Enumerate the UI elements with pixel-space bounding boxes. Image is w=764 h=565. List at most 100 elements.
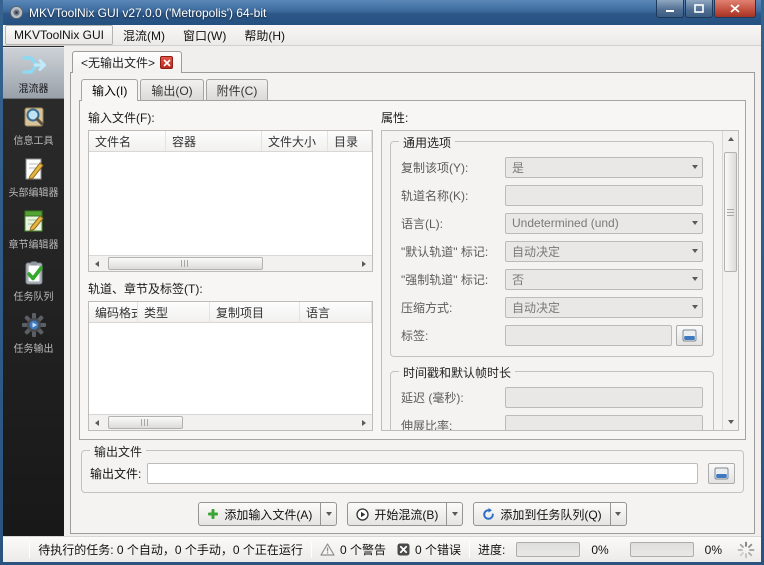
column-file-size[interactable]: 文件大小 [262, 131, 328, 151]
spinner-icon [737, 541, 755, 558]
output-file-input[interactable] [147, 463, 698, 484]
add-source-files-menu-button[interactable] [321, 502, 338, 526]
copy-item-select[interactable]: 是 [505, 156, 703, 178]
plus-icon [208, 509, 219, 519]
queue-arrow-icon [483, 507, 495, 520]
tracks-horizontal-scrollbar[interactable] [89, 414, 372, 430]
errors-count: 0 个错误 [414, 543, 461, 557]
main-area: <无输出文件> 输入(I) 输出(O) 附件(C) 输入文件(F): 文件名 容… [64, 46, 761, 536]
scrollbar-grip [141, 419, 150, 426]
menu-mkvtoolnix-gui[interactable]: MKVToolNix GUI [5, 25, 114, 45]
warnings-errors-status: 0 个警告 0 个错误 [320, 541, 461, 558]
chevron-down-icon [615, 512, 622, 516]
scroll-right-button[interactable] [356, 415, 372, 430]
start-muxing-button[interactable]: 开始混流(B) [347, 502, 448, 526]
column-codec[interactable]: 编码格式 [89, 302, 138, 322]
maximize-button[interactable] [685, 0, 713, 18]
column-directory[interactable]: 目录 [328, 131, 372, 151]
menu-help[interactable]: 帮助(H) [236, 25, 293, 46]
file-tab-bar: <无输出文件> [70, 51, 755, 73]
app-logo-icon [9, 5, 24, 20]
output-file-browse-button[interactable] [708, 463, 735, 484]
file-tab[interactable]: <无输出文件> [72, 51, 183, 73]
chevron-down-icon [692, 221, 698, 225]
column-language[interactable]: 语言 [300, 302, 372, 322]
scrollbar-track[interactable] [723, 147, 738, 414]
start-muxing-menu-button[interactable] [447, 502, 464, 526]
scrollbar-track[interactable] [105, 256, 356, 271]
scroll-down-button[interactable] [723, 414, 738, 430]
scrollbar-thumb[interactable] [724, 152, 737, 273]
scrollbar-thumb[interactable] [107, 257, 264, 270]
window-title: MKVToolNix GUI v27.0.0 ('Metropolis') 64… [29, 5, 267, 20]
stretch-label: 伸展比率: [401, 418, 453, 431]
tab-attachments[interactable]: 附件(C) [205, 79, 269, 100]
file-tab-label: <无输出文件> [81, 56, 156, 70]
close-button[interactable] [714, 0, 756, 18]
start-muxing-label: 开始混流(B) [374, 507, 439, 522]
column-type[interactable]: 类型 [138, 302, 210, 322]
scrollbar-thumb[interactable] [107, 416, 183, 429]
minimize-button[interactable] [656, 0, 684, 18]
input-files-body[interactable] [89, 152, 372, 255]
scroll-left-button[interactable] [89, 415, 105, 430]
copy-item-row: 复制该项(Y): 是 [401, 156, 703, 178]
merge-tab-pane: 输入(I) 输出(O) 附件(C) 输入文件(F): 文件名 容器 文件大小 目… [70, 72, 755, 534]
menu-merge[interactable]: 混流(M) [115, 25, 173, 46]
scroll-up-button[interactable] [723, 131, 738, 147]
add-to-job-queue-button[interactable]: 添加到任务队列(Q) [473, 502, 611, 526]
column-container[interactable]: 容器 [166, 131, 262, 151]
sidebar-item-header-editor[interactable]: 头部编辑器 [3, 151, 64, 203]
tab-close-button[interactable] [160, 56, 174, 69]
column-file-name[interactable]: 文件名 [89, 131, 166, 151]
sidebar-item-job-output[interactable]: 任务输出 [3, 307, 64, 359]
chevron-down-icon [325, 512, 332, 516]
delay-row: 延迟 (毫秒): [401, 386, 703, 408]
column-copy-item[interactable]: 复制项目 [210, 302, 300, 322]
language-select[interactable]: Undetermined (und) [505, 212, 703, 234]
window-body: 混流器 信息工具 头部编辑器 章节编辑器 任务队列 任务输出 <无输出文件> 输… [3, 46, 761, 536]
stretch-input[interactable] [505, 414, 703, 430]
sidebar-item-job-queue[interactable]: 任务队列 [3, 255, 64, 307]
menu-window[interactable]: 窗口(W) [175, 25, 234, 46]
current-job-progress-bar [516, 542, 581, 557]
add-to-job-queue-menu-button[interactable] [610, 502, 627, 526]
language-label: 语言(L): [401, 216, 444, 231]
chevron-down-icon [692, 165, 698, 169]
files-horizontal-scrollbar[interactable] [89, 255, 372, 271]
tags-browse-button[interactable] [676, 324, 703, 346]
scroll-left-button[interactable] [89, 256, 105, 271]
compression-select[interactable]: 自动决定 [505, 296, 703, 318]
delay-label: 延迟 (毫秒): [401, 390, 464, 405]
tags-label: 标签: [401, 328, 429, 343]
sidebar-item-label: 章节编辑器 [8, 239, 59, 251]
forced-flag-row: "强制轨道" 标记: 否 [401, 268, 703, 290]
compression-label: 压缩方式: [401, 300, 453, 315]
add-source-files-split-button: 添加输入文件(A) [198, 502, 338, 526]
sidebar-item-multiplexer[interactable]: 混流器 [3, 47, 64, 99]
warning-icon [320, 543, 335, 556]
track-name-input[interactable] [505, 184, 703, 206]
tracks-body[interactable] [89, 323, 372, 414]
delay-input[interactable] [505, 386, 703, 408]
output-group-title: 输出文件 [90, 443, 147, 460]
general-options-group: 通用选项 复制该项(Y): 是 轨道名称(K): 语言(L): Undeterm… [390, 134, 714, 357]
tab-input[interactable]: 输入(I) [81, 79, 139, 101]
menu-bar: MKVToolNix GUI 混流(M) 窗口(W) 帮助(H) [3, 25, 761, 46]
sidebar-item-info-tool[interactable]: 信息工具 [3, 99, 64, 151]
properties-vertical-scrollbar[interactable] [722, 131, 738, 430]
tool-sidebar: 混流器 信息工具 头部编辑器 章节编辑器 任务队列 任务输出 [3, 46, 64, 536]
tab-output[interactable]: 输出(O) [140, 79, 204, 100]
general-options-title: 通用选项 [399, 134, 456, 151]
scroll-right-button[interactable] [356, 256, 372, 271]
forced-flag-select[interactable]: 否 [505, 268, 703, 290]
tags-input[interactable] [505, 324, 672, 346]
scroll-left-icon [95, 419, 99, 426]
add-source-files-button[interactable]: 添加输入文件(A) [198, 502, 322, 526]
scrollbar-track[interactable] [105, 415, 356, 430]
sidebar-item-chapter-editor[interactable]: 章节编辑器 [3, 203, 64, 255]
default-flag-value: 自动决定 [512, 244, 561, 259]
default-flag-select[interactable]: 自动决定 [505, 240, 703, 262]
input-files-label: 输入文件(F): [88, 111, 155, 125]
scroll-left-icon [95, 260, 99, 267]
